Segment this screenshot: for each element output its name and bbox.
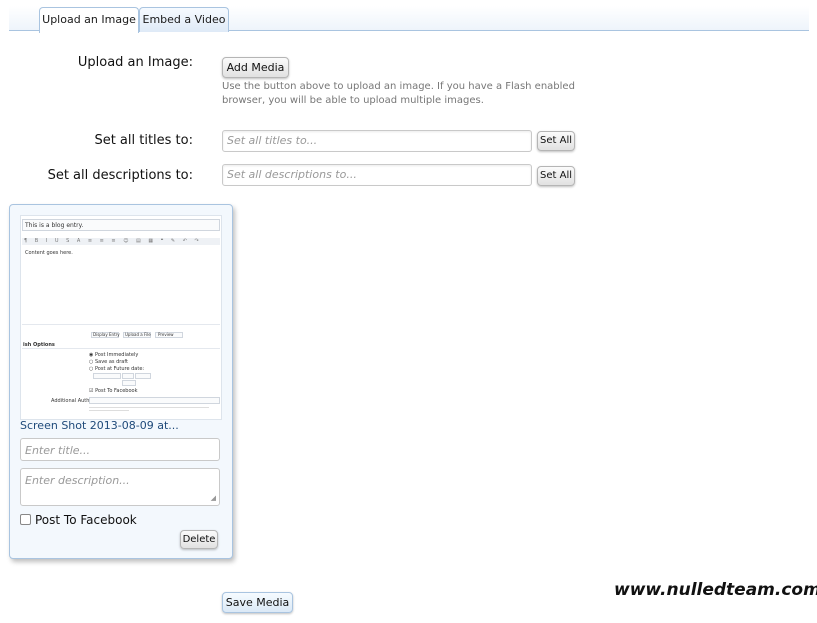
watermark: www.nulledteam.com: [614, 580, 817, 600]
thumb-divider: [22, 324, 220, 325]
thumb-authors-field: [89, 397, 220, 404]
set-descriptions-label: Set all descriptions to:: [47, 168, 193, 183]
thumb-btn-preview-label: Preview: [158, 332, 174, 337]
upload-label: Upload an Image:: [77, 55, 193, 70]
thumb-entry-title: This is a blog entry.: [25, 222, 84, 229]
add-media-button[interactable]: Add Media: [222, 57, 289, 78]
set-all-titles-button[interactable]: Set All: [537, 131, 575, 151]
thumb-divider-2: [22, 348, 220, 349]
tab-bar: Upload an Image Embed a Video: [9, 6, 809, 33]
thumb-option-2: ○ Save as draft: [89, 359, 128, 365]
thumb-day-field: [122, 373, 134, 379]
tab-embed-video[interactable]: Embed a Video: [139, 7, 229, 32]
thumb-facebook: ☑ Post To Facebook: [89, 388, 138, 394]
delete-button[interactable]: Delete: [180, 530, 218, 549]
set-all-descriptions-button[interactable]: Set All: [537, 166, 575, 186]
thumb-option-3: ○ Post at Future date:: [89, 366, 145, 372]
thumb-btn-upload-label: Upload a File: [125, 332, 151, 337]
thumb-btn-display-label: Display Entry: [93, 332, 120, 337]
facebook-checkbox[interactable]: [20, 514, 31, 525]
media-item-card: This is a blog entry. ¶ B I U S A ≡ ≡ ≡ …: [9, 204, 233, 559]
media-title-input[interactable]: Enter title...: [20, 438, 220, 461]
set-descriptions-input[interactable]: Set all descriptions to...: [222, 164, 532, 186]
set-titles-input[interactable]: Set all titles to...: [222, 130, 532, 152]
thumb-helptext-1: [89, 407, 209, 408]
media-description-input[interactable]: Enter description... ◢: [20, 468, 220, 506]
tab-upload-image[interactable]: Upload an Image: [39, 7, 139, 33]
thumb-helptext-2: [89, 410, 129, 411]
facebook-checkbox-label: Post To Facebook: [35, 513, 137, 527]
media-description-placeholder: Enter description...: [25, 474, 130, 487]
resize-handle-icon[interactable]: ◢: [211, 494, 216, 502]
upload-hint: Use the button above to upload an image.…: [222, 81, 575, 106]
thumb-toolbar-icons: ¶ B I U S A ≡ ≡ ≡ ☺ ▤ ▦ ❝ ✎ ↶ ↷: [24, 238, 202, 244]
facebook-checkbox-row[interactable]: Post To Facebook: [20, 513, 137, 527]
media-filename: Screen Shot 2013-08-09 at...: [20, 419, 179, 432]
thumb-month-select: [93, 373, 121, 379]
thumb-option-1: ◉ Post Immediately: [89, 352, 139, 358]
media-thumbnail[interactable]: This is a blog entry. ¶ B I U S A ≡ ≡ ≡ …: [20, 215, 222, 420]
thumb-year-field: [135, 373, 151, 379]
save-media-button[interactable]: Save Media: [222, 592, 293, 613]
thumb-content: Content goes here.: [25, 250, 73, 256]
thumb-time-field: [122, 380, 136, 386]
set-titles-label: Set all titles to:: [94, 133, 193, 148]
